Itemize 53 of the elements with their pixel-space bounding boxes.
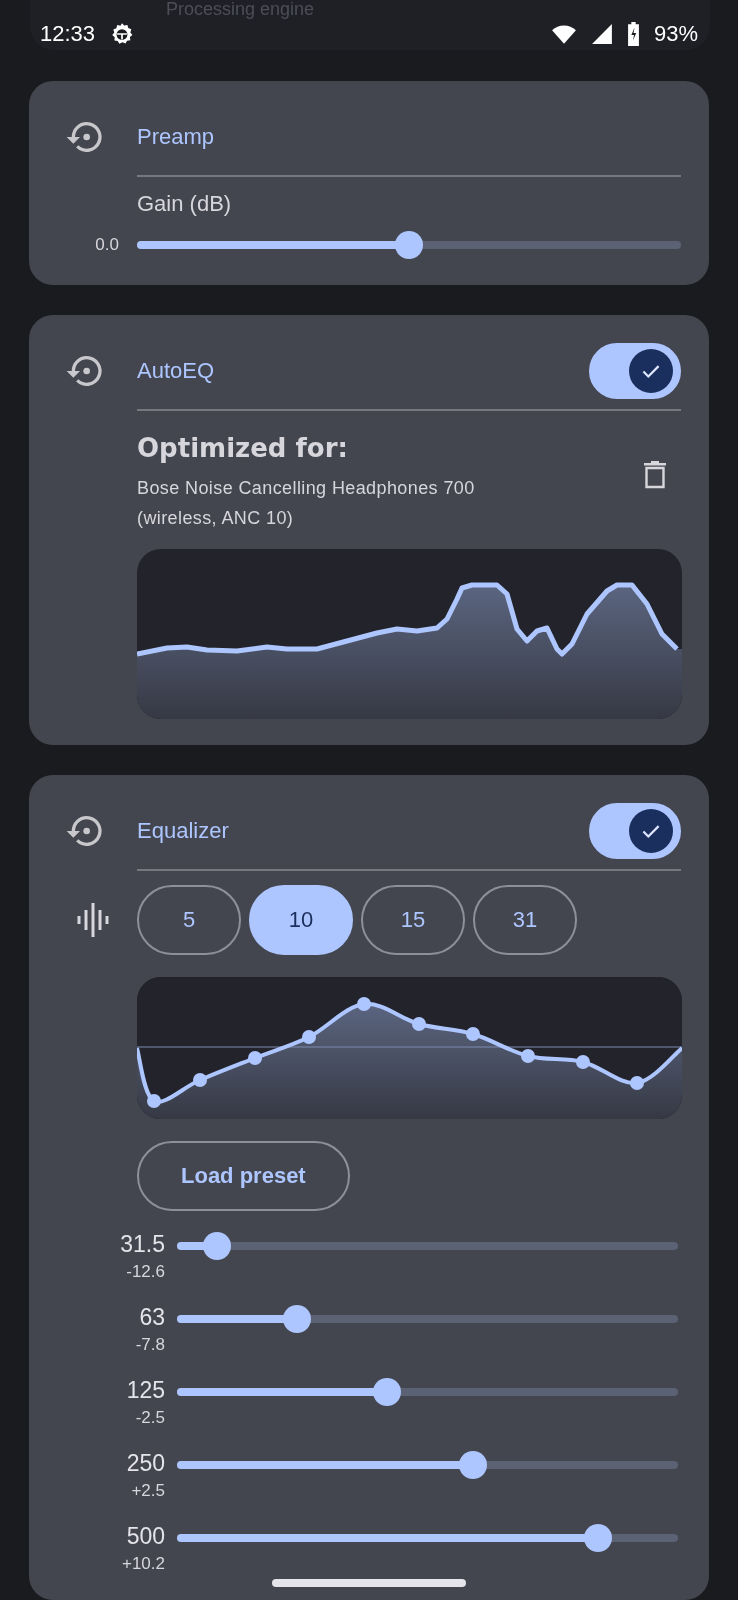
slider-thumb[interactable] <box>283 1304 312 1333</box>
signal-icon <box>590 23 613 45</box>
band-count-chip[interactable]: 31 <box>473 885 577 955</box>
curve-point[interactable] <box>466 1027 480 1041</box>
curve-point[interactable] <box>147 1094 161 1108</box>
battery-charging-icon <box>626 22 640 46</box>
curve-point[interactable] <box>302 1030 316 1044</box>
band-frequency: 63 <box>139 1304 165 1331</box>
gain-label: Gain (dB) <box>137 191 233 217</box>
curve-point[interactable] <box>521 1049 535 1063</box>
band-frequency: 125 <box>126 1377 165 1404</box>
curve-point[interactable] <box>412 1017 426 1031</box>
band-frequency: 31.5 <box>120 1231 165 1258</box>
band-count-chip[interactable]: 15 <box>361 885 465 955</box>
load-preset-button[interactable]: Load preset <box>137 1141 350 1211</box>
card-title: Preamp <box>137 124 216 150</box>
slider[interactable] <box>177 1231 678 1260</box>
curve-point[interactable] <box>576 1055 590 1069</box>
band-gain: -7.8 <box>135 1335 165 1355</box>
battery-percentage: 93% <box>653 21 698 47</box>
card-title: AutoEQ <box>137 358 216 384</box>
slider-thumb[interactable] <box>395 231 423 259</box>
slider[interactable] <box>137 231 681 259</box>
curve-point[interactable] <box>357 997 371 1011</box>
optimized-heading: Optimized for: <box>137 433 349 463</box>
curve-point[interactable] <box>630 1076 644 1090</box>
clock: 12:33 <box>40 21 96 47</box>
waveform-icon <box>77 902 111 938</box>
band-count-chip[interactable]: 5 <box>137 885 241 955</box>
slider-thumb[interactable] <box>203 1231 232 1260</box>
band-frequency: 250 <box>126 1450 165 1477</box>
slider[interactable] <box>177 1304 678 1333</box>
slider-thumb[interactable] <box>583 1523 612 1552</box>
band-gain: -12.6 <box>126 1262 165 1282</box>
slider-thumb[interactable] <box>373 1377 402 1406</box>
band-gain: +2.5 <box>131 1481 165 1501</box>
card-title: Equalizer <box>137 818 230 844</box>
headphone-model: Bose Noise Cancelling Headphones 700 (wireless, ANC 10) <box>137 477 476 530</box>
wifi-icon <box>550 23 577 45</box>
slider[interactable] <box>177 1377 678 1406</box>
curve-point[interactable] <box>193 1073 207 1087</box>
band-gain: +10.2 <box>122 1554 165 1574</box>
band-frequency: 500 <box>126 1523 165 1550</box>
toggle-switch[interactable] <box>589 803 681 859</box>
band-count-chip[interactable]: 10 <box>249 885 353 955</box>
toggle-switch[interactable] <box>589 343 681 399</box>
gain-value: 0.0 <box>94 235 119 255</box>
slider[interactable] <box>177 1450 678 1479</box>
slider-thumb[interactable] <box>458 1450 487 1479</box>
band-gain: -2.5 <box>135 1408 165 1428</box>
trash-icon[interactable] <box>643 459 667 489</box>
curve-point[interactable] <box>248 1051 262 1065</box>
slider[interactable] <box>177 1523 678 1552</box>
